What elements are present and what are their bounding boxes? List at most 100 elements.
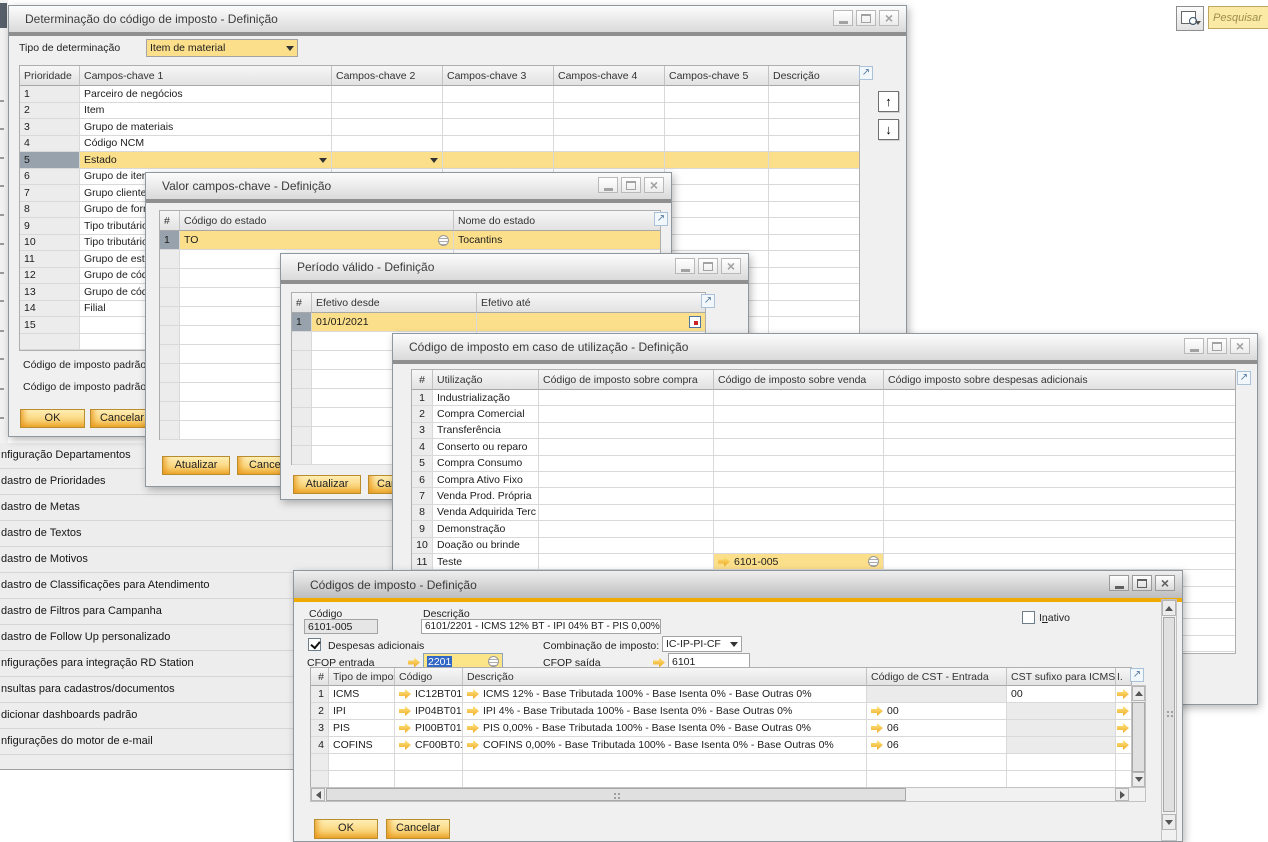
link-arrow-icon[interactable] [871,706,883,717]
ok-button[interactable]: OK [314,819,378,839]
choose-from-list-icon[interactable] [438,235,449,246]
link-arrow-icon[interactable] [1117,723,1129,734]
titlebar[interactable]: Códigos de imposto - Definição [294,571,1182,598]
titlebar[interactable]: Determinação do código de imposto - Defi… [9,6,906,32]
close-button[interactable] [644,177,664,193]
tipo-determinacao-dropdown[interactable]: Item de material [146,39,298,57]
choose-from-list-icon[interactable] [868,556,879,567]
minimize-button[interactable] [675,258,695,274]
descricao-field[interactable]: 6101/2201 - ICMS 12% BT - IPI 04% BT - P… [421,619,661,634]
maximize-button[interactable] [1132,575,1152,591]
choose-from-list-icon[interactable] [488,656,499,667]
link-arrow-icon[interactable] [467,723,479,734]
link-arrow-icon[interactable] [1117,740,1129,751]
table-row[interactable]: 1Industrialização [412,390,1235,406]
move-row-up-button[interactable]: ↑ [878,91,899,112]
atualizar-button[interactable]: Atualizar [293,475,361,494]
table-row[interactable]: 11 Teste 6101-005 [412,554,1235,570]
minimize-button[interactable] [833,10,853,26]
expand-table-icon[interactable] [1237,371,1251,385]
move-row-down-button[interactable]: ↓ [878,119,899,140]
chevron-down-icon[interactable] [430,158,438,167]
table-row[interactable]: 7Venda Prod. Própria [412,488,1235,504]
minimize-button[interactable] [1184,338,1204,354]
minimize-button[interactable] [598,177,618,193]
expand-table-icon[interactable] [654,212,668,226]
titlebar[interactable]: Valor campos-chave - Definição [146,173,671,199]
table-row[interactable]: 3Transferência [412,423,1235,439]
scrollbar-thumb[interactable] [326,788,906,801]
expand-table-icon[interactable] [859,66,873,80]
table-row[interactable]: 2Item [20,103,859,120]
table-row[interactable]: 2 IPI IP04BT01 IPI 4% - Base Tributada 1… [311,703,1131,720]
scroll-down-button[interactable] [1132,772,1145,787]
table-row[interactable] [311,754,1131,771]
combinacao-imposto-dropdown[interactable]: IC-IP-PI-CF [662,636,742,652]
table-row-selected[interactable]: 1 TO Tocantins [160,231,660,250]
scroll-up-button[interactable] [1132,686,1145,701]
table-row[interactable]: 6Compra Ativo Fixo [412,472,1235,488]
maximize-button[interactable] [621,177,641,193]
search-input[interactable] [1208,6,1268,29]
link-arrow-icon[interactable] [1117,706,1129,717]
search-menu-button[interactable] [1176,6,1204,31]
table-row[interactable]: 5Compra Consumo [412,456,1235,472]
link-arrow-icon[interactable] [399,740,411,751]
menu-item[interactable]: dastro de Textos [0,521,432,547]
atualizar-button[interactable]: Atualizar [162,456,230,475]
table-row[interactable]: 10Doação ou brinde [412,538,1235,554]
scroll-left-button[interactable] [311,788,325,801]
maximize-button[interactable] [856,10,876,26]
venda-cell[interactable]: 6101-005 [714,554,884,570]
table-vertical-scrollbar[interactable] [1131,685,1146,788]
link-arrow-icon[interactable] [399,689,411,700]
cell-value: 01/01/2021 [316,316,369,328]
link-arrow-icon[interactable] [399,706,411,717]
link-arrow-icon[interactable] [467,740,479,751]
calendar-icon[interactable] [689,316,701,328]
table-row[interactable]: 8Venda Adquirida Terc [412,505,1235,521]
cancel-button[interactable]: Cancelar [386,819,450,839]
close-button[interactable] [1155,575,1175,591]
table-row[interactable]: 4Conserto ou reparo [412,439,1235,455]
chevron-down-icon[interactable] [319,158,327,167]
scroll-right-button[interactable] [1115,788,1129,801]
table-row[interactable]: 2Compra Comercial [412,406,1235,422]
window-vertical-scrollbar[interactable] [1161,599,1177,841]
table-row-selected[interactable]: 1 01/01/2021 [292,313,705,332]
table-row[interactable]: 4 COFINS CF00BT01 COFINS 0,00% - Base Tr… [311,737,1131,754]
close-button[interactable] [1230,338,1250,354]
table-row-selected[interactable]: 5 Estado [20,152,859,169]
expand-table-icon[interactable] [701,294,715,308]
table-row[interactable]: 1 ICMS IC12BT01 ICMS 12% - Base Tributad… [311,686,1131,703]
minimize-button[interactable] [1109,575,1129,591]
link-arrow-icon[interactable] [718,556,730,567]
scrollbar-thumb[interactable] [1132,702,1145,772]
link-arrow-icon[interactable] [467,706,479,717]
link-arrow-icon[interactable] [871,740,883,751]
link-arrow-icon[interactable] [871,723,883,734]
scroll-up-button[interactable] [1162,600,1176,616]
close-button[interactable] [721,258,741,274]
link-arrow-icon[interactable] [467,689,479,700]
titlebar[interactable]: Código de imposto em caso de utilização … [393,334,1257,360]
despesas-adicionais-checkbox[interactable] [308,638,321,651]
table-row[interactable]: 3 PIS PI00BT01 PIS 0,00% - Base Tributad… [311,720,1131,737]
scroll-down-button[interactable] [1162,814,1176,830]
table-horizontal-scrollbar[interactable] [310,787,1146,802]
titlebar[interactable]: Período válido - Definição [281,254,748,280]
table-row[interactable] [311,771,1131,788]
table-row[interactable]: 1Parceiro de negócios [20,86,859,103]
maximize-button[interactable] [1207,338,1227,354]
table-row[interactable]: 9Demonstração [412,521,1235,537]
link-arrow-icon[interactable] [1117,689,1129,700]
link-arrow-icon[interactable] [399,723,411,734]
table-row[interactable]: 4Código NCM [20,136,859,153]
inativo-checkbox[interactable] [1022,611,1035,624]
table-row[interactable]: 3Grupo de materiais [20,119,859,136]
maximize-button[interactable] [698,258,718,274]
ok-button[interactable]: OK [20,409,85,428]
close-button[interactable] [879,10,899,26]
scrollbar-thumb[interactable] [1163,617,1175,812]
expand-table-icon[interactable] [1130,668,1144,682]
